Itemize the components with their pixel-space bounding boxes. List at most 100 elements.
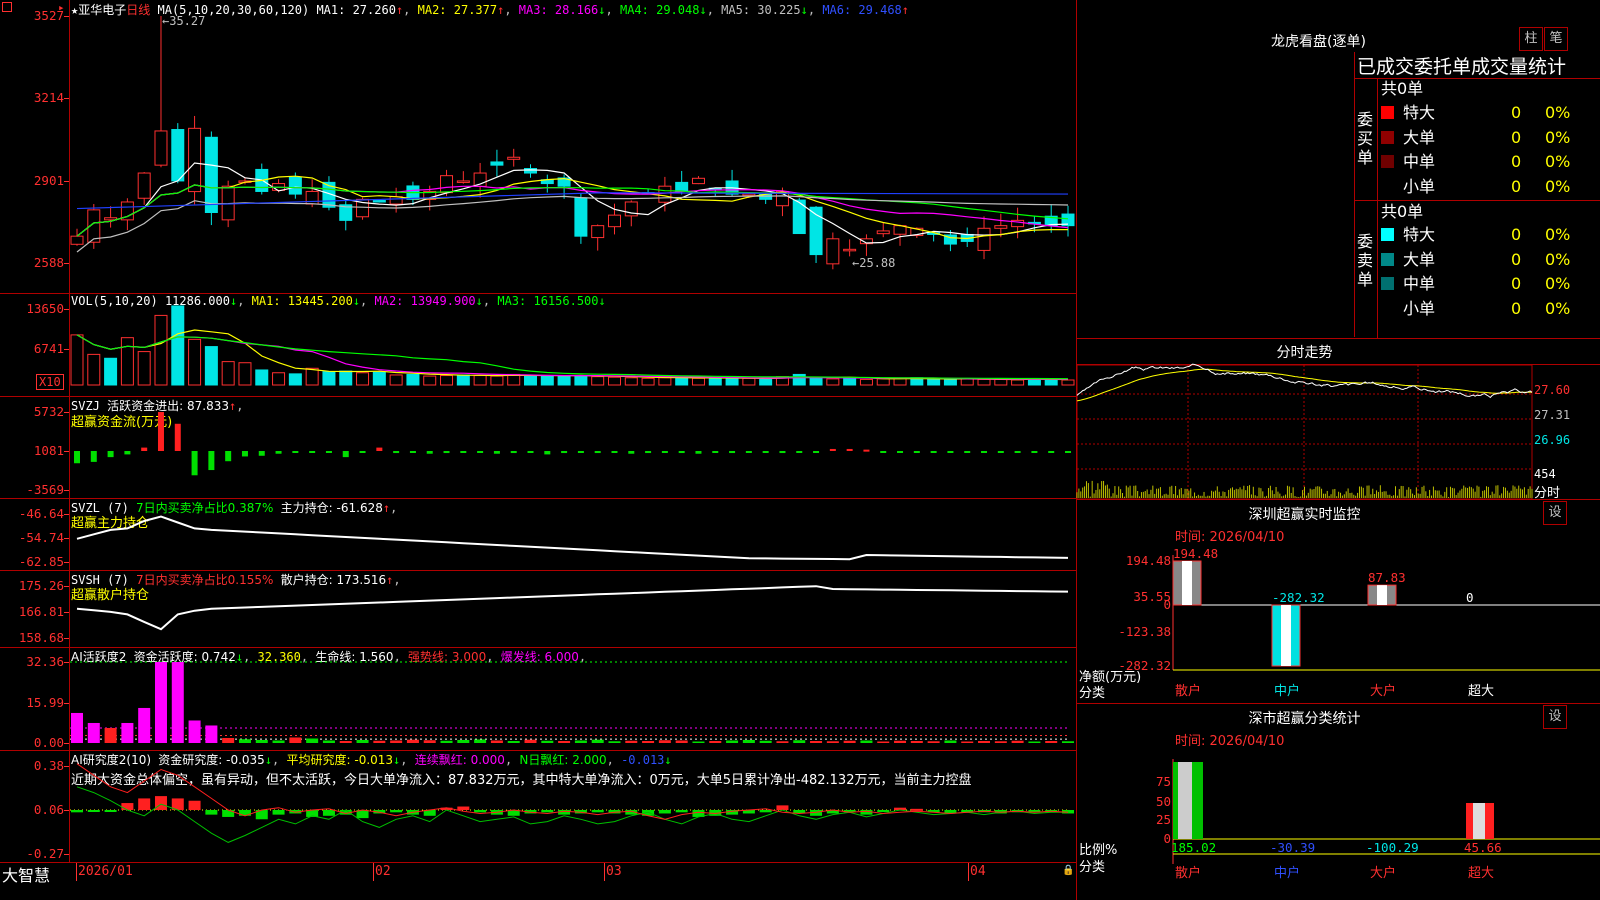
sz-monitor-chart[interactable]: 194.4835.550-123.38-282.32194.48散户-282.3… [1077, 500, 1600, 703]
volume-bar [490, 375, 504, 386]
candle-body [507, 156, 521, 160]
activity-bar [843, 740, 856, 743]
candle-body [691, 177, 705, 185]
class-bar-highlight [1473, 803, 1485, 839]
flow-bar [913, 451, 920, 453]
volume-bar [742, 377, 756, 386]
ai-active-chart[interactable] [0, 648, 1076, 750]
volume-bar [1044, 378, 1058, 386]
candlestick-chart[interactable] [0, 0, 1076, 293]
order-type: 小单 [1403, 176, 1436, 196]
vol-panel[interactable]: 13650 6741 X10 VOL(5,10,20) 11286.000↓, … [0, 294, 1076, 397]
monitor-category-label: 超大 [1468, 684, 1494, 699]
flow-bar [1065, 451, 1071, 453]
activity-bar [322, 740, 335, 743]
activity-bar [675, 740, 688, 743]
activity-bar [222, 737, 235, 743]
order-count: 0 [1511, 127, 1522, 147]
svzj-panel[interactable]: 5732 1081 -3569 SVZJ 活跃资金进出: 87.833↑, 超赢… [0, 397, 1076, 499]
volume-bar [507, 373, 521, 386]
brand-logo[interactable]: 大智慧 [2, 862, 50, 886]
activity-bar [188, 720, 201, 743]
volume-bar [792, 373, 806, 386]
candle-body [372, 200, 386, 203]
volume-bar [960, 378, 974, 386]
flow-bar [1031, 451, 1038, 453]
volume-bar [843, 377, 857, 386]
activity-bar [205, 725, 218, 743]
candle-body [204, 136, 218, 213]
flow-bar [527, 451, 534, 453]
order-type: 特大 [1403, 103, 1436, 122]
ai-research-panel[interactable]: 0.38 0.06 -0.27 AI研究度2(10) 资金研究度: -0.035… [0, 751, 1076, 863]
svzl-chart[interactable] [0, 499, 1076, 570]
flow-bar [342, 451, 349, 458]
candle-body [171, 129, 185, 182]
candle-body [574, 197, 588, 237]
flow-bar [897, 451, 904, 453]
sz-class-panel[interactable]: 深市超赢分类统计 设 时间: 2026/04/10 比例% 分类 75 50 25 0… [1077, 704, 1600, 900]
label-char: 单 [1357, 270, 1374, 289]
volume-bar [423, 375, 437, 386]
flow-bar [981, 451, 988, 453]
order-row: 小单 0 0% [1381, 176, 1599, 198]
activity-bar [306, 738, 319, 743]
swatch-icon [1381, 252, 1394, 266]
activity-bar [238, 739, 251, 743]
volume-bar [809, 377, 823, 386]
bar-mode-button[interactable]: 柱 [1519, 27, 1543, 51]
class-bar-highlight [1178, 762, 1192, 839]
volume-bar [826, 378, 840, 386]
volume-bar [641, 377, 655, 386]
research-bar [238, 810, 251, 816]
intraday-chart[interactable] [1076, 339, 1600, 500]
candle-body [994, 225, 1008, 229]
svsh-chart[interactable] [0, 571, 1076, 647]
svzl-panel[interactable]: -46.64 -54.74 -62.85 SVZL (7) 7日内买卖净占比0.… [0, 499, 1076, 571]
activity-bar [927, 741, 940, 743]
activity-bar [1011, 740, 1024, 743]
svzj-chart[interactable] [0, 397, 1076, 498]
sell-orders-label: 委 卖 单 [1357, 232, 1375, 289]
activity-bar [1028, 741, 1041, 743]
activity-bar [524, 739, 537, 743]
flow-bar [376, 447, 383, 451]
volume-bar [70, 334, 84, 386]
svsh-panel[interactable]: 175.26 166.81 158.68 SVSH (7) 7日内买卖净占比0.… [0, 571, 1076, 648]
volume-bar [221, 361, 235, 386]
order-pct: 0% [1545, 274, 1571, 293]
candle-body [440, 175, 454, 194]
kline-panel[interactable]: ▸ 3527 3214 2901 2588 ★亚华电子日线 MA(5,10,20… [0, 0, 1076, 294]
ai-research-chart[interactable] [0, 751, 1076, 862]
flow-bar [292, 451, 299, 453]
class-category-label: 散户 [1175, 865, 1201, 881]
flow-bar [157, 412, 164, 451]
research-bar [138, 798, 151, 810]
activity-bar [154, 662, 167, 743]
volume-bar [876, 378, 890, 386]
tick-mode-button[interactable]: 笔 [1544, 27, 1568, 51]
sz-class-chart[interactable]: 75 50 25 0185.02 散户 -30.39 中户 -100.29 大户 45.66 超大 [1077, 704, 1600, 900]
activity-bar [910, 740, 923, 743]
volume-bar [473, 375, 487, 386]
sz-monitor-panel[interactable]: 深圳超赢实时监控 设 时间: 2026/04/10 净额(万元) 分类 194.… [1077, 500, 1600, 704]
activity-bar [810, 740, 823, 743]
research-bar [877, 810, 890, 812]
research-bar [860, 810, 873, 815]
intraday-panel[interactable]: 分时走势 27.60 27.31 26.96 454 分时 [1076, 339, 1600, 501]
activity-bar [793, 740, 806, 743]
activity-bar [490, 740, 503, 743]
monitor-value-label: 194.48 [1173, 546, 1218, 561]
lock-icon[interactable]: 🔒 [1062, 865, 1074, 876]
volume-bar [87, 353, 101, 386]
research-bar [188, 800, 201, 810]
class-value-label: -100.29 [1366, 840, 1419, 855]
volume-bar [725, 378, 739, 386]
label-char: 委 [1357, 232, 1374, 251]
volume-chart[interactable] [0, 294, 1076, 396]
research-bar [104, 810, 117, 812]
activity-bar [608, 741, 621, 743]
swatch-icon [1381, 301, 1394, 315]
ai-active-panel[interactable]: 32.36 15.99 0.00 AI活跃度2 资金活跃度: 0.742↓, 3… [0, 648, 1076, 751]
flow-bar [645, 451, 652, 454]
